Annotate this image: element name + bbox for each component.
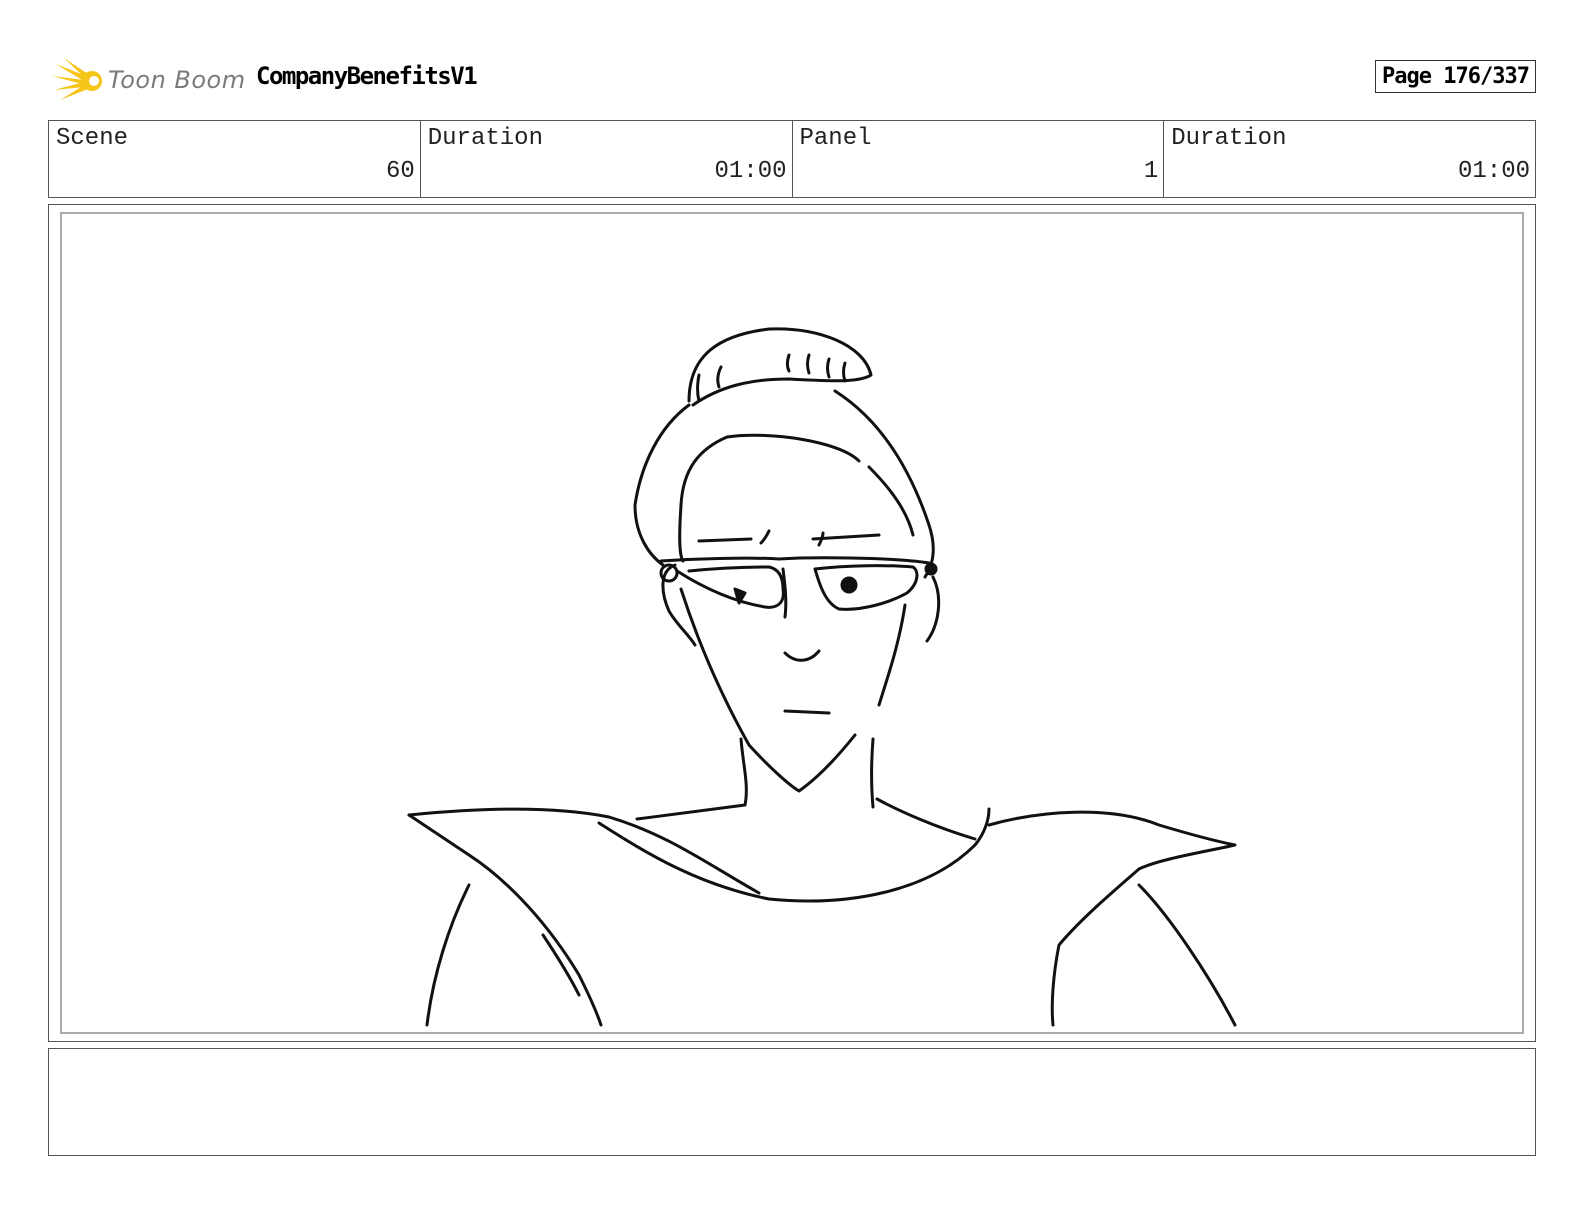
character-sketch xyxy=(407,327,1237,1027)
scene-value: 60 xyxy=(385,158,415,185)
neck-and-collar xyxy=(597,737,991,903)
panel-value: 1 xyxy=(1143,158,1159,185)
scene-cell: Scene 60 xyxy=(49,121,421,197)
notes-box xyxy=(48,1048,1536,1156)
panel-duration-value: 01:00 xyxy=(1457,158,1530,185)
project-title: CompanyBenefitsV1 xyxy=(256,62,478,90)
panel-cell: Panel 1 xyxy=(793,121,1165,197)
glasses xyxy=(659,556,938,619)
toon-boom-logo: Toon Boom xyxy=(52,56,245,104)
panel-duration-cell: Duration 01:00 xyxy=(1164,121,1535,197)
logo-text: Toon Boom xyxy=(108,66,246,94)
scene-duration-label: Duration xyxy=(427,125,543,152)
page-header: Toon Boom CompanyBenefitsV1 Page 176/337 xyxy=(48,52,1536,112)
hair-bun xyxy=(687,327,873,407)
panel-info-row: Scene 60 Duration 01:00 Panel 1 Duration… xyxy=(48,120,1536,198)
storyboard-panel xyxy=(48,204,1536,1042)
panel-duration-label: Duration xyxy=(1171,125,1287,152)
toon-boom-starburst-icon xyxy=(52,58,102,100)
scene-duration-value: 01:00 xyxy=(714,158,787,185)
panel-label: Panel xyxy=(799,125,872,152)
scene-label: Scene xyxy=(56,125,129,152)
scene-duration-cell: Duration 01:00 xyxy=(421,121,793,197)
shoulders xyxy=(407,807,1237,1027)
page-number: Page 176/337 xyxy=(1375,60,1536,93)
